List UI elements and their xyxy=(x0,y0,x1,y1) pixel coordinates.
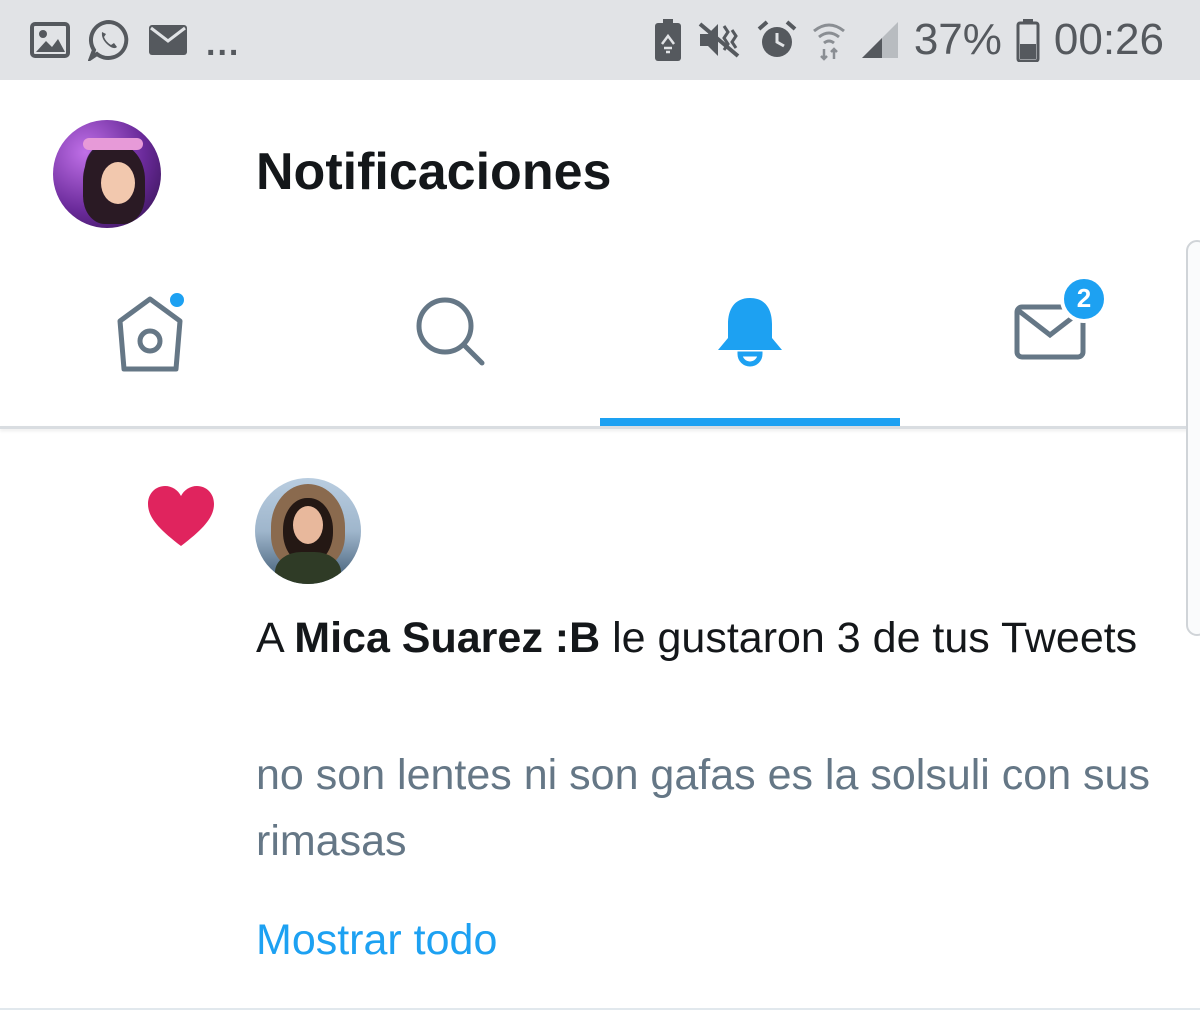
notification-suffix: le gustaron 3 de tus Tweets xyxy=(600,614,1138,662)
status-bar: ... 37% 00:26 xyxy=(0,0,1200,80)
home-icon xyxy=(112,289,188,378)
tab-home[interactable] xyxy=(0,240,300,426)
notification-prefix: A xyxy=(256,614,295,662)
tabs-divider xyxy=(0,426,1200,429)
alarm-icon xyxy=(756,19,798,61)
home-new-dot xyxy=(168,290,186,309)
notification-item[interactable]: A Mica Suarez :B le gustaron 3 de tus Tw… xyxy=(0,432,1200,1010)
tab-messages[interactable]: 2 xyxy=(900,240,1200,426)
show-all-link[interactable]: Mostrar todo xyxy=(256,916,497,965)
avatar-coat xyxy=(275,552,341,584)
user-avatar[interactable] xyxy=(255,478,361,584)
messages-badge: 2 xyxy=(1060,274,1108,323)
signal-icon xyxy=(860,20,900,60)
envelope-icon: 2 xyxy=(1014,274,1108,366)
notification-user-name[interactable]: Mica Suarez :B xyxy=(294,614,600,662)
profile-avatar[interactable] xyxy=(53,120,161,228)
avatar-flower-crown xyxy=(83,138,143,150)
tab-search[interactable] xyxy=(300,240,600,426)
battery-percent: 37% xyxy=(913,15,1002,64)
whatsapp-icon xyxy=(88,19,130,61)
search-icon xyxy=(414,295,486,372)
status-right-icons: 37% 00:26 xyxy=(654,14,1164,66)
battery-saver-icon xyxy=(654,18,682,62)
heart-icon xyxy=(146,484,216,553)
page-title: Notificaciones xyxy=(256,143,612,201)
item-divider xyxy=(0,1008,1200,1010)
liked-tweet-text: no son lentes ni son gafas es la solsuli… xyxy=(256,751,1150,865)
tab-notifications[interactable] xyxy=(600,240,900,426)
avatar-face xyxy=(101,162,135,204)
battery-icon xyxy=(1016,18,1040,62)
clock: 00:26 xyxy=(1053,15,1164,64)
bell-icon xyxy=(714,294,786,373)
notification-text: A Mica Suarez :B le gustaron 3 de tus Tw… xyxy=(256,606,1156,670)
vibrate-icon xyxy=(696,20,742,60)
avatar-face xyxy=(293,506,323,544)
active-tab-indicator xyxy=(600,418,900,426)
wifi-icon xyxy=(812,19,846,61)
status-left-icons: ... xyxy=(30,18,241,63)
mail-icon xyxy=(148,24,188,56)
status-overflow: ... xyxy=(206,24,241,63)
gallery-icon xyxy=(30,22,70,58)
tab-bar: 2 xyxy=(0,240,1200,430)
